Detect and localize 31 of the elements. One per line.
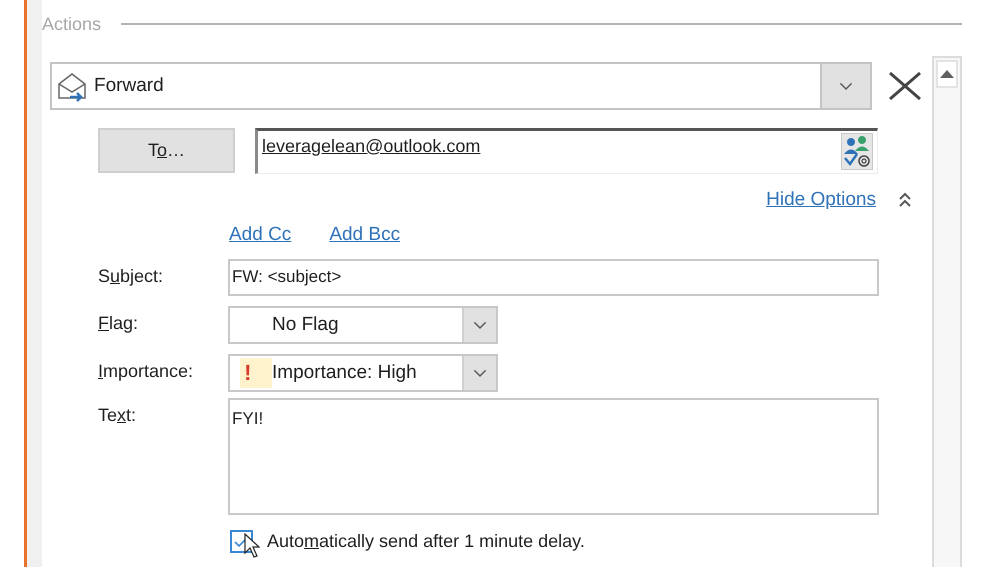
field-label: Subject: xyxy=(98,265,164,288)
address-book-icon[interactable] xyxy=(841,133,873,170)
copy-link[interactable]: Add Cc xyxy=(229,220,292,249)
close-icon[interactable] xyxy=(888,72,922,100)
select-dropdown[interactable]: ! Importance: High xyxy=(228,354,498,392)
recipient-address: leveragelean@outlook.com xyxy=(262,135,480,158)
triangle-up-icon xyxy=(940,70,954,78)
chevron-down-icon xyxy=(473,368,487,378)
dropdown-value: Importance: High xyxy=(272,360,417,385)
importance-marker: ! xyxy=(240,358,272,388)
pointer-cursor-icon xyxy=(244,533,260,559)
field-label: Flag: xyxy=(98,312,140,335)
to-button[interactable]: To… xyxy=(98,128,235,173)
action-value: Forward xyxy=(94,74,164,98)
collapse-chevron-icon[interactable] xyxy=(898,192,912,208)
chevron-down-icon xyxy=(473,320,487,330)
field-label: Importance: xyxy=(98,360,194,383)
section-legend: Actions xyxy=(42,10,102,38)
message-text-field[interactable]: FYI! xyxy=(228,398,879,515)
hide-options-link[interactable]: Hide Options xyxy=(766,186,876,214)
checkbox-label: Automatically send after 1 minute delay. xyxy=(267,530,585,553)
recipient-field[interactable]: leveragelean@outlook.com xyxy=(255,128,878,174)
scroll-up-button[interactable] xyxy=(936,60,958,88)
copy-link[interactable]: Add Bcc xyxy=(329,220,400,249)
dropdown-value: No Flag xyxy=(272,312,339,337)
field-label: Text: xyxy=(98,404,138,427)
forward-envelope-icon xyxy=(56,70,88,102)
action-dropdown[interactable]: Forward xyxy=(50,62,872,110)
chevron-down-icon xyxy=(839,82,853,90)
select-dropdown[interactable]: No Flag xyxy=(228,306,498,344)
subject-field[interactable]: FW: <subject> xyxy=(228,259,879,296)
